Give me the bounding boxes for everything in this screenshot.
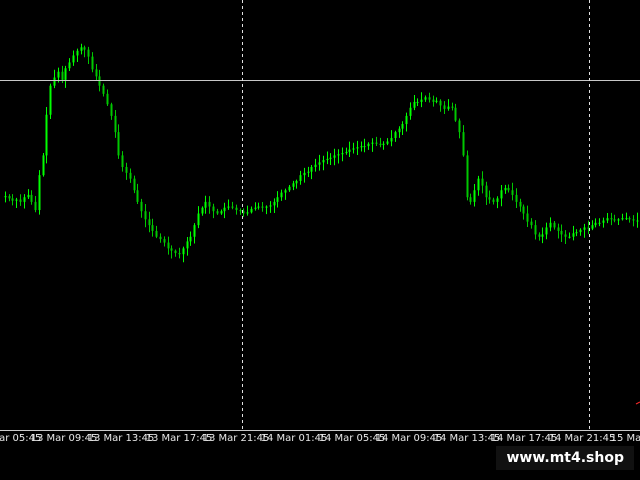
x-tick-label: 14 Mar 01:45	[260, 433, 328, 444]
x-tick-label: 14 Mar 21:45	[548, 433, 616, 444]
x-tick-label: 13 Mar 21:45	[202, 433, 270, 444]
x-tick-label: 15 Mar	[610, 433, 640, 444]
x-tick-label: 13 Mar 13:45	[87, 433, 155, 444]
x-tick-label: 14 Mar 17:45	[490, 433, 558, 444]
price-chart	[0, 0, 640, 450]
watermark-logo: www.mt4.shop	[496, 446, 634, 470]
x-tick-label: 14 Mar 09:45	[375, 433, 443, 444]
